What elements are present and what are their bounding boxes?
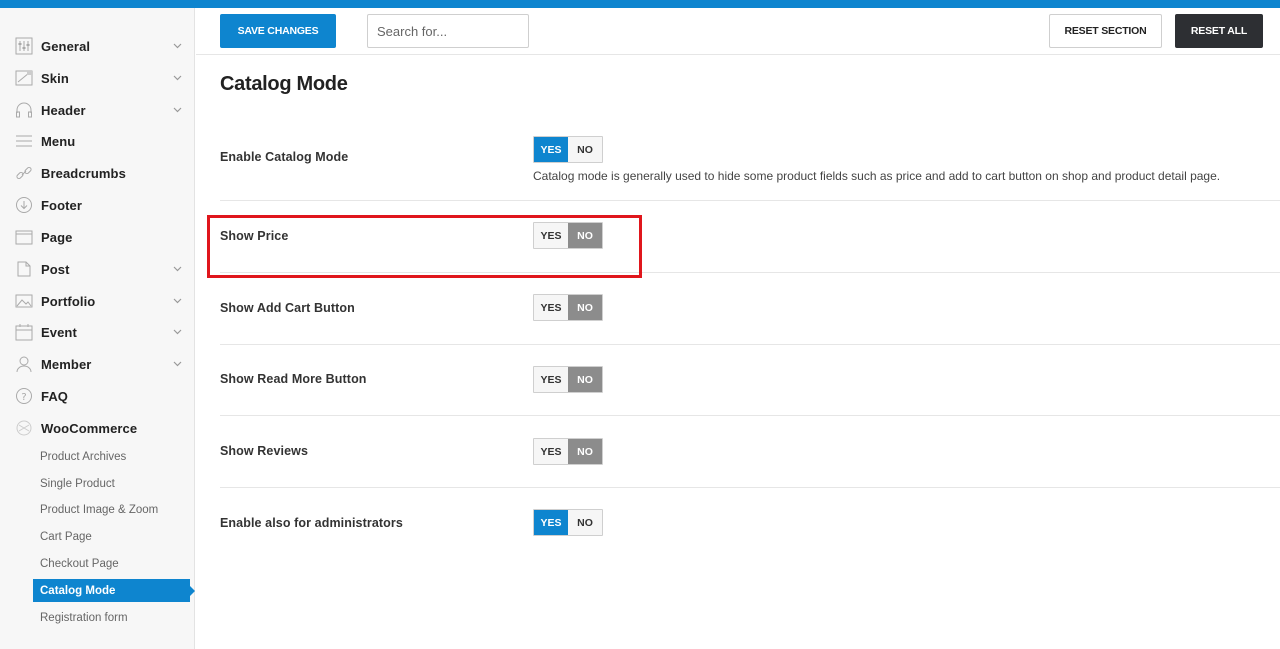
page-icon: [15, 228, 33, 246]
sidebar-item-label: Member: [41, 356, 92, 372]
sidebar-item-label: Header: [41, 102, 86, 118]
sidebar-subitem-label: Cart Page: [40, 530, 92, 543]
toolbar: SAVE CHANGES RESET SECTION RESET ALL: [196, 8, 1280, 55]
sidebar-subitem-label: Checkout Page: [40, 557, 119, 570]
image-icon: [15, 292, 33, 310]
sidebar-subitem-label: Registration form: [40, 611, 128, 624]
chevron-down-icon: [172, 296, 182, 306]
sidebar-subitem-catalog-mode[interactable]: Catalog Mode: [33, 579, 195, 602]
toggle-no-option[interactable]: NO: [568, 510, 602, 535]
chevron-down-icon: [172, 105, 182, 115]
option-label-enable-for-administrators: Enable also for administrators: [220, 516, 403, 530]
sidebar-item-member[interactable]: Member: [0, 348, 195, 380]
toggle-no-option[interactable]: NO: [568, 367, 602, 392]
sidebar-item-label: Event: [41, 324, 77, 340]
sidebar-subitem-single-product[interactable]: Single Product: [33, 472, 190, 495]
divider: [220, 200, 1280, 201]
sidebar-item-portfolio[interactable]: Portfolio: [0, 285, 195, 317]
toggle-enable-for-administrators: YES NO: [533, 509, 603, 536]
reset-section-button[interactable]: RESET SECTION: [1049, 14, 1162, 48]
sidebar-subitem-product-archives[interactable]: Product Archives: [33, 445, 190, 468]
toggle-yes-option[interactable]: YES: [534, 510, 568, 535]
divider: [220, 344, 1280, 345]
divider: [220, 487, 1280, 488]
menu-icon: [15, 132, 33, 150]
headphones-icon: [15, 101, 33, 119]
toggle-show-read-more-button: YES NO: [533, 366, 603, 393]
option-label-enable-catalog-mode: Enable Catalog Mode: [220, 150, 349, 164]
sliders-icon: [15, 37, 33, 55]
sidebar-item-faq[interactable]: ? FAQ: [0, 380, 195, 412]
sidebar-subitem-label: Product Archives: [40, 450, 127, 463]
svg-text:?: ?: [21, 392, 26, 403]
sidebar-item-label: Skin: [41, 70, 69, 86]
option-label-show-reviews: Show Reviews: [220, 444, 309, 458]
sidebar-item-label: Footer: [41, 197, 83, 213]
woocommerce-icon: [15, 419, 33, 437]
post-icon: [15, 260, 33, 278]
arrow-down-circle-icon: [15, 196, 33, 214]
toggle-no-option[interactable]: NO: [568, 137, 602, 162]
sidebar-subitem-label: Single Product: [40, 477, 115, 490]
toggle-show-reviews: YES NO: [533, 438, 603, 465]
sidebar-item-menu[interactable]: Menu: [0, 125, 195, 157]
sidebar-item-footer[interactable]: Footer: [0, 189, 195, 221]
reset-all-button[interactable]: RESET ALL: [1175, 14, 1263, 48]
sidebar-item-label: General: [41, 38, 91, 54]
chevron-down-icon: [172, 327, 182, 337]
option-label-show-read-more-button: Show Read More Button: [220, 372, 367, 386]
sidebar-item-post[interactable]: Post: [0, 253, 195, 285]
highlight-box: [207, 215, 642, 278]
calendar-icon: [15, 323, 33, 341]
toggle-no-option[interactable]: NO: [568, 439, 602, 464]
toggle-yes-option[interactable]: YES: [534, 137, 568, 162]
sidebar-item-event[interactable]: Event: [0, 316, 195, 348]
chevron-down-icon: [172, 264, 182, 274]
search-input[interactable]: [367, 14, 529, 48]
option-label-show-add-cart-button: Show Add Cart Button: [220, 301, 355, 315]
link-icon: [15, 164, 33, 182]
sidebar-item-label: FAQ: [41, 388, 69, 404]
toggle-yes-option[interactable]: YES: [534, 439, 568, 464]
sidebar-subitem-product-image-zoom[interactable]: Product Image & Zoom: [33, 498, 190, 521]
sidebar-subitem-checkout-page[interactable]: Checkout Page: [33, 552, 190, 575]
sidebar-subitem-cart-page[interactable]: Cart Page: [33, 525, 190, 548]
sidebar-item-label: Post: [41, 261, 70, 277]
user-icon: [15, 355, 33, 373]
page-title: Catalog Mode: [220, 73, 348, 95]
sidebar-item-breadcrumbs[interactable]: Breadcrumbs: [0, 157, 195, 189]
question-icon: ?: [15, 387, 33, 405]
toggle-yes-option[interactable]: YES: [534, 367, 568, 392]
chevron-down-icon: [172, 359, 182, 369]
sidebar-item-label: Portfolio: [41, 293, 96, 309]
sidebar-item-general[interactable]: General: [0, 30, 195, 62]
skin-icon: [15, 69, 33, 87]
sidebar-item-label: WooCommerce: [41, 420, 138, 436]
sidebar-item-label: Menu: [41, 133, 76, 149]
sidebar-subitem-label: Catalog Mode: [40, 584, 116, 597]
sidebar-item-label: Page: [41, 229, 73, 245]
save-changes-button[interactable]: SAVE CHANGES: [220, 14, 336, 48]
toggle-show-add-cart-button: YES NO: [533, 294, 603, 321]
sidebar-subitem-registration-form[interactable]: Registration form: [33, 606, 190, 629]
top-accent-bar: [0, 0, 1280, 8]
option-description: Catalog mode is generally used to hide s…: [533, 169, 1221, 183]
sidebar-item-woocommerce[interactable]: WooCommerce: [0, 412, 195, 444]
sidebar-item-label: Breadcrumbs: [41, 165, 126, 181]
chevron-down-icon: [172, 73, 182, 83]
sidebar-subitem-label: Product Image & Zoom: [40, 503, 159, 516]
toggle-yes-option[interactable]: YES: [534, 295, 568, 320]
sidebar: General Skin Header Menu Breadcrumbs Foo…: [0, 8, 195, 649]
chevron-down-icon: [172, 41, 182, 51]
sidebar-item-skin[interactable]: Skin: [0, 62, 195, 94]
sidebar-item-page[interactable]: Page: [0, 221, 195, 253]
toggle-enable-catalog-mode: YES NO: [533, 136, 603, 163]
sidebar-item-header[interactable]: Header: [0, 94, 195, 126]
toggle-no-option[interactable]: NO: [568, 295, 602, 320]
divider: [220, 415, 1280, 416]
